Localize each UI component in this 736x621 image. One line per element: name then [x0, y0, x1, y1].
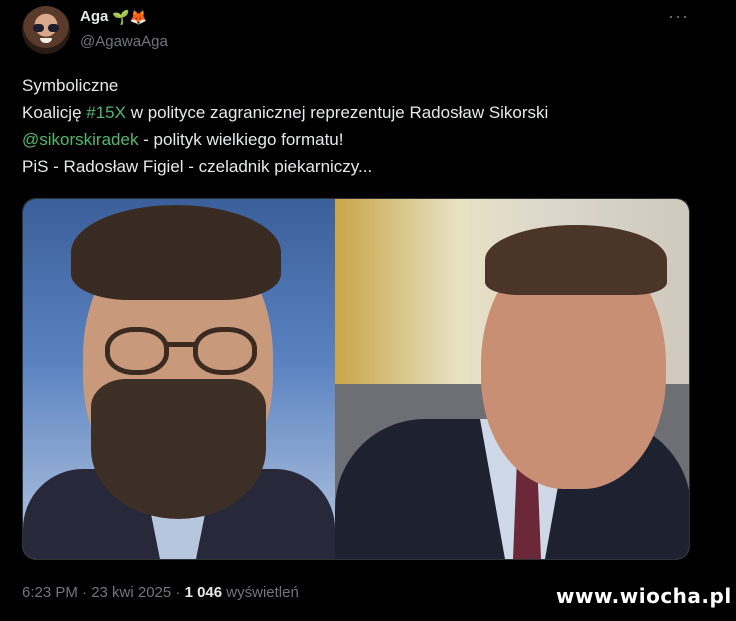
views-label: wyświetleń [222, 584, 299, 601]
photo-left[interactable] [23, 199, 335, 559]
tweet-line-1: Symboliczne [22, 76, 119, 95]
left-person-hair [71, 205, 281, 300]
author-name-row: Aga 🌱🦊 [80, 8, 147, 25]
tweet-line-4: PiS - Radosław Figiel - czeladnik piekar… [22, 157, 373, 176]
tweet-line-2: Koalicję #15X w polityce zagranicznej re… [22, 99, 712, 126]
author-emojis: 🌱🦊 [112, 8, 148, 25]
hashtag-link[interactable]: #15X [86, 103, 126, 122]
tweet-line-3-text: - polityk wielkiego formatu! [138, 130, 344, 149]
tweet-text: Symboliczne Koalicję #15X w polityce zag… [22, 72, 712, 180]
tweet: Aga 🌱🦊 @AgawaAga ··· Symboliczne Koalicj… [0, 0, 736, 621]
tweet-line-2-text-a: Koalicję [22, 103, 87, 122]
right-person-hair [485, 225, 667, 295]
left-person-glasses-bridge [167, 342, 195, 347]
avatar-smile [40, 38, 52, 43]
author-display-name[interactable]: Aga [80, 8, 108, 25]
left-person-glasses-lens [193, 327, 257, 375]
tweet-timestamp[interactable]: 6:23 PM · 23 kwi 2025 · [22, 584, 185, 601]
watermark: www.wiocha.pl [556, 584, 732, 608]
left-person-glasses-lens [105, 327, 169, 375]
tweet-media[interactable] [22, 198, 690, 560]
avatar-sunglasses [33, 24, 59, 32]
photo-right[interactable] [335, 199, 689, 559]
tweet-meta: 6:23 PM · 23 kwi 2025 · 1 046 wyświetleń [22, 584, 299, 601]
avatar[interactable] [22, 6, 70, 54]
tweet-line-3: @sikorskiradek - polityk wielkiego forma… [22, 126, 712, 153]
left-person-beard [91, 379, 266, 519]
author-handle[interactable]: @AgawaAga [80, 33, 168, 50]
tweet-line-2-text-b: w polityce zagranicznej reprezentuje Rad… [125, 103, 549, 122]
mention-link[interactable]: @sikorskiradek [22, 130, 138, 149]
more-horizontal-icon[interactable]: ··· [668, 6, 689, 27]
views-count: 1 046 [184, 584, 223, 601]
